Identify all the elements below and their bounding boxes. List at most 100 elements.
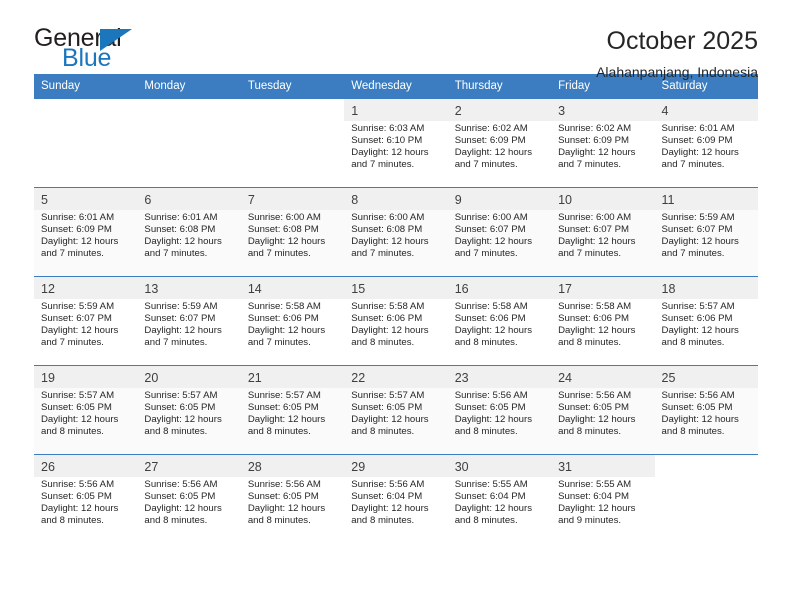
sunset-time: Sunset: 6:05 PM [41,401,112,413]
sunset-time: Sunset: 6:08 PM [247,223,319,235]
calendar-day-cell[interactable]: 13 Sunrise: 5:59 AM Sunset: 6:07 PM Dayligh… [137,276,241,366]
day-cell-content: 8 Sunrise: 6:00 AM Sunset: 6:08 PM Daylight… [344,188,448,276]
day-cell-content: 14 Sunrise: 5:58 AM Sunset: 6:06 PM Dayligh… [240,277,345,365]
day-cell-content: 25 Sunrise: 5:56 AM Sunset: 6:05 PM Dayligh… [654,366,758,454]
sunrise-time: Sunrise: 5:57 AM [351,390,425,401]
daylight-duration-line2: and 9 minutes. [558,514,622,526]
daylight-duration-line1: Daylight: 12 hours [558,413,636,425]
daylight-duration-line2: and 7 minutes. [247,336,311,348]
daylight-duration-line2: and 7 minutes. [558,158,622,170]
calendar-day-cell[interactable]: 25 Sunrise: 5:56 AM Sunset: 6:05 PM Dayligh… [654,365,758,455]
day-cell-content: 22 Sunrise: 5:57 AM Sunset: 6:05 PM Dayligh… [344,366,448,454]
sunset-time: Sunset: 6:07 PM [41,312,112,324]
day-cell-content: 11 Sunrise: 5:59 AM Sunset: 6:07 PM Dayligh… [654,188,758,276]
sunset-time: Sunset: 6:06 PM [247,312,319,324]
calendar-day-cell[interactable]: 29 Sunrise: 5:56 AM Sunset: 6:04 PM Dayligh… [344,454,448,543]
calendar-day-cell[interactable]: 18 Sunrise: 5:57 AM Sunset: 6:06 PM Dayligh… [654,276,758,366]
calendar-day-cell[interactable]: 8 Sunrise: 6:00 AM Sunset: 6:08 PM Daylight… [344,187,448,277]
calendar-day-cell-empty [654,454,758,543]
daylight-duration-line2: and 8 minutes. [144,425,208,437]
calendar-page: General Blue October 2025 Alahanpanjang,… [0,0,792,612]
daylight-duration-line1: Daylight: 12 hours [558,324,636,336]
sunset-time: Sunset: 6:04 PM [351,490,423,502]
calendar-day-cell[interactable]: 21 Sunrise: 5:57 AM Sunset: 6:05 PM Dayligh… [240,365,345,455]
sunset-time: Sunset: 6:05 PM [144,490,216,502]
day-number: 6 [137,188,241,210]
calendar-day-cell[interactable]: 12 Sunrise: 5:59 AM Sunset: 6:07 PM Dayligh… [34,276,138,366]
calendar-day-cell[interactable]: 3 Sunrise: 6:02 AM Sunset: 6:09 PM Daylight… [551,98,655,188]
daylight-duration-line2: and 8 minutes. [558,425,622,437]
daylight-duration-line2: and 8 minutes. [661,425,725,437]
day-number: 19 [34,366,138,388]
calendar-day-cell[interactable]: 30 Sunrise: 5:55 AM Sunset: 6:04 PM Dayligh… [447,454,552,543]
daylight-duration-line1: Daylight: 12 hours [558,235,636,247]
sunset-time: Sunset: 6:05 PM [454,401,526,413]
sunset-time: Sunset: 6:09 PM [454,134,526,146]
daylight-duration-line1: Daylight: 12 hours [454,235,533,247]
page-header: General Blue October 2025 Alahanpanjang,… [34,0,758,81]
calendar-day-cell[interactable]: 16 Sunrise: 5:58 AM Sunset: 6:06 PM Dayligh… [447,276,552,366]
calendar-day-cell[interactable]: 10 Sunrise: 6:00 AM Sunset: 6:07 PM Dayligh… [551,187,655,277]
daylight-duration-line2: and 8 minutes. [661,336,725,348]
sunrise-time: Sunrise: 5:56 AM [41,479,115,490]
calendar-day-cell[interactable]: 26 Sunrise: 5:56 AM Sunset: 6:05 PM Dayligh… [34,454,138,543]
calendar-day-cell[interactable]: 7 Sunrise: 6:00 AM Sunset: 6:08 PM Daylight… [240,187,345,277]
day-cell-content: 19 Sunrise: 5:57 AM Sunset: 6:05 PM Dayligh… [34,366,138,454]
calendar-day-cell[interactable]: 31 Sunrise: 5:55 AM Sunset: 6:04 PM Dayligh… [551,454,655,543]
sunset-time: Sunset: 6:09 PM [558,134,630,146]
calendar-day-cell[interactable]: 9 Sunrise: 6:00 AM Sunset: 6:07 PM Daylight… [447,187,552,277]
day-number: 17 [551,277,655,299]
sunset-time: Sunset: 6:06 PM [661,312,733,324]
day-cell-content: 29 Sunrise: 5:56 AM Sunset: 6:04 PM Dayligh… [344,455,448,543]
sunset-time: Sunset: 6:05 PM [247,490,319,502]
daylight-duration-line1: Daylight: 12 hours [351,324,429,336]
calendar-day-cell[interactable]: 24 Sunrise: 5:56 AM Sunset: 6:05 PM Dayligh… [551,365,655,455]
day-number: 2 [447,99,552,121]
calendar-day-cell[interactable]: 5 Sunrise: 6:01 AM Sunset: 6:09 PM Daylight… [34,187,138,277]
day-number: 10 [551,188,655,210]
sunset-time: Sunset: 6:09 PM [41,223,112,235]
weekday-header-monday: Monday [137,74,241,99]
daylight-duration-line2: and 7 minutes. [41,247,104,259]
day-cell-content: 5 Sunrise: 6:01 AM Sunset: 6:09 PM Daylight… [34,188,138,276]
calendar-day-cell[interactable]: 28 Sunrise: 5:56 AM Sunset: 6:05 PM Dayligh… [240,454,345,543]
sunrise-time: Sunrise: 5:56 AM [454,390,528,401]
day-cell-content [137,99,240,187]
day-cell-content: 4 Sunrise: 6:01 AM Sunset: 6:09 PM Daylight… [654,99,758,187]
day-cell-content: 18 Sunrise: 5:57 AM Sunset: 6:06 PM Dayligh… [654,277,758,365]
general-blue-logo[interactable]: General Blue [34,26,146,72]
sunset-time: Sunset: 6:07 PM [558,223,630,235]
calendar-day-cell[interactable]: 19 Sunrise: 5:57 AM Sunset: 6:05 PM Dayligh… [34,365,138,455]
calendar-day-cell[interactable]: 4 Sunrise: 6:01 AM Sunset: 6:09 PM Daylight… [654,98,758,188]
day-number: 27 [137,455,241,477]
day-cell-content: 7 Sunrise: 6:00 AM Sunset: 6:08 PM Daylight… [240,188,345,276]
calendar-day-cell[interactable]: 27 Sunrise: 5:56 AM Sunset: 6:05 PM Dayligh… [137,454,241,543]
calendar-day-cell[interactable]: 23 Sunrise: 5:56 AM Sunset: 6:05 PM Dayligh… [447,365,552,455]
day-number: 24 [551,366,655,388]
sunset-time: Sunset: 6:05 PM [144,401,216,413]
day-number: 26 [34,455,138,477]
calendar-day-cell[interactable]: 17 Sunrise: 5:58 AM Sunset: 6:06 PM Dayligh… [551,276,655,366]
day-cell-content: 6 Sunrise: 6:01 AM Sunset: 6:08 PM Daylight… [137,188,241,276]
calendar-day-cell[interactable]: 22 Sunrise: 5:57 AM Sunset: 6:05 PM Dayligh… [344,365,448,455]
calendar-week-row: 5 Sunrise: 6:01 AM Sunset: 6:09 PM Daylight… [34,187,758,277]
daylight-duration-line1: Daylight: 12 hours [144,502,222,514]
sunset-time: Sunset: 6:07 PM [144,312,216,324]
daylight-duration-line2: and 7 minutes. [144,336,208,348]
calendar-day-cell-empty [240,98,345,188]
calendar-day-cell-empty [34,98,138,188]
daylight-duration-line1: Daylight: 12 hours [558,502,636,514]
calendar-day-cell[interactable]: 6 Sunrise: 6:01 AM Sunset: 6:08 PM Daylight… [137,187,241,277]
calendar-day-cell[interactable]: 1 Sunrise: 6:03 AM Sunset: 6:10 PM Daylight… [344,98,448,188]
sunset-time: Sunset: 6:06 PM [454,312,526,324]
calendar-day-cell[interactable]: 20 Sunrise: 5:57 AM Sunset: 6:05 PM Dayligh… [137,365,241,455]
sunset-time: Sunset: 6:09 PM [661,134,733,146]
calendar-day-cell[interactable]: 14 Sunrise: 5:58 AM Sunset: 6:06 PM Dayligh… [240,276,345,366]
daylight-duration-line2: and 7 minutes. [661,247,725,259]
calendar-day-cell[interactable]: 11 Sunrise: 5:59 AM Sunset: 6:07 PM Dayligh… [654,187,758,277]
calendar-day-cell[interactable]: 15 Sunrise: 5:58 AM Sunset: 6:06 PM Dayligh… [344,276,448,366]
day-number: 31 [551,455,655,477]
calendar-day-cell[interactable]: 2 Sunrise: 6:02 AM Sunset: 6:09 PM Daylight… [447,98,552,188]
calendar-week-row: 1 Sunrise: 6:03 AM Sunset: 6:10 PM Daylight… [34,98,758,188]
daylight-duration-line1: Daylight: 12 hours [454,502,533,514]
